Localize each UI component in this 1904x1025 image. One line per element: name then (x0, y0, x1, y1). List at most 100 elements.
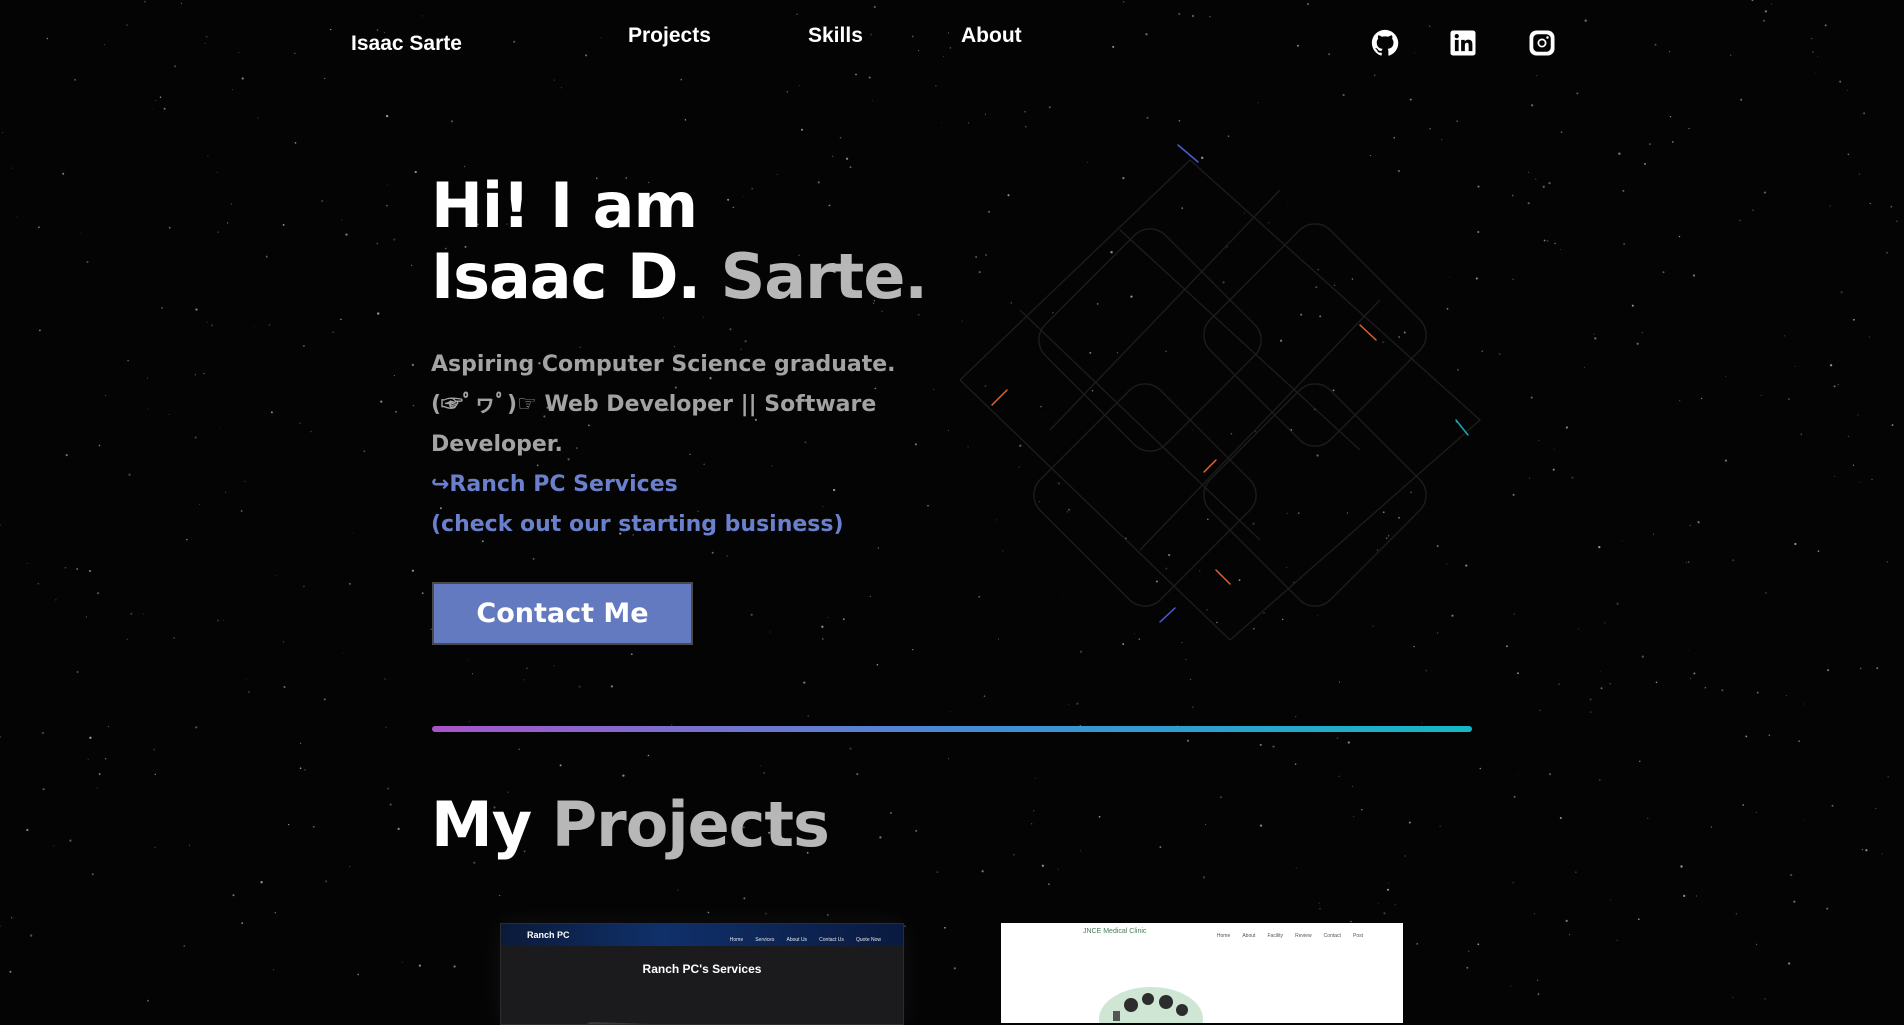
star-dot (1202, 876, 1206, 879)
card-preview-navbar: JNCE Medical Clinic Home About Facility … (1001, 923, 1403, 939)
star-dot (1616, 939, 1618, 942)
star-dot (1404, 855, 1406, 857)
project-card-medical-clinic[interactable]: JNCE Medical Clinic Home About Facility … (1001, 923, 1403, 1023)
star-dot (1530, 396, 1533, 399)
star-dot (1181, 642, 1183, 644)
star-dot (0, 736, 2, 738)
star-dot (195, 726, 198, 729)
linkedin-link[interactable] (1448, 28, 1478, 58)
instagram-link[interactable] (1527, 28, 1557, 58)
star-dot (1394, 904, 1396, 906)
star-dot (247, 690, 251, 694)
star-dot (1594, 337, 1597, 340)
star-dot (578, 685, 581, 688)
star-dot (62, 172, 65, 175)
star-dot (1351, 786, 1353, 788)
star-dot (1569, 934, 1571, 936)
business-link[interactable]: ↪Ranch PC Services (431, 465, 901, 505)
star-dot (1012, 853, 1015, 856)
star-dot (1695, 895, 1697, 897)
star-dot (950, 711, 952, 713)
nav-link-skills[interactable]: Skills (808, 24, 863, 48)
star-dot (1024, 110, 1026, 113)
star-dot (1295, 716, 1297, 718)
star-dot (561, 87, 562, 89)
star-dot (1881, 853, 1883, 855)
star-dot (1764, 591, 1768, 594)
star-dot (1511, 194, 1514, 197)
star-dot (380, 400, 383, 403)
nav-link-projects[interactable]: Projects (628, 24, 711, 48)
brand-logo-text[interactable]: Isaac Sarte (351, 32, 462, 56)
star-dot (217, 619, 219, 622)
star-dot (1575, 871, 1577, 873)
star-dot (933, 388, 935, 390)
star-dot (948, 758, 950, 760)
star-dot (1041, 864, 1045, 867)
star-dot (467, 658, 469, 660)
star-dot (1352, 815, 1355, 818)
card-preview-nav-item: Home (1216, 932, 1231, 939)
star-dot (798, 85, 800, 86)
star-dot (1817, 550, 1820, 552)
hero-greeting: Hi! I am (431, 169, 698, 242)
star-dot (1829, 364, 1833, 367)
star-dot (257, 117, 259, 119)
star-dot (1186, 739, 1190, 742)
contact-me-button[interactable]: Contact Me (432, 582, 693, 645)
star-dot (1826, 907, 1829, 910)
star-dot (1683, 894, 1686, 898)
nav-link-about[interactable]: About (961, 24, 1022, 48)
star-dot (1361, 809, 1363, 811)
star-dot (1030, 822, 1033, 825)
star-dot (1185, 658, 1187, 660)
star-dot (1847, 153, 1850, 156)
star-dot (161, 307, 163, 309)
star-dot (1787, 398, 1790, 401)
star-dot (1378, 903, 1380, 905)
star-dot (1785, 694, 1788, 697)
star-dot (1080, 850, 1082, 852)
star-dot (936, 871, 939, 874)
star-dot (553, 665, 555, 667)
star-dot (1752, 209, 1754, 211)
star-dot (943, 926, 946, 929)
card-preview-brand: JNCE Medical Clinic (1083, 927, 1147, 935)
star-dot (105, 394, 107, 396)
star-dot (1895, 220, 1898, 223)
star-dot (41, 731, 45, 735)
star-dot (244, 480, 246, 483)
star-dot (1543, 239, 1546, 242)
star-dot (9, 970, 12, 973)
star-dot (199, 504, 201, 505)
star-dot (183, 945, 186, 947)
star-dot (1764, 998, 1766, 1000)
star-dot (385, 114, 389, 118)
star-dot (523, 679, 525, 681)
star-dot (1685, 561, 1687, 563)
star-dot (39, 329, 41, 332)
project-card-ranch-pc[interactable]: Ranch PC Home Services About Us Contact … (500, 923, 904, 1025)
star-dot (195, 308, 198, 311)
star-dot (27, 562, 28, 564)
star-dot (53, 845, 55, 847)
github-link[interactable] (1370, 28, 1400, 58)
star-dot (1840, 291, 1843, 294)
star-dot (622, 774, 625, 777)
star-dot (26, 828, 29, 832)
star-dot (159, 96, 162, 98)
star-dot (1846, 89, 1848, 91)
star-dot (401, 961, 403, 963)
star-dot (1890, 205, 1893, 208)
star-dot (786, 91, 788, 93)
business-note-link[interactable]: (check out our starting business) (431, 505, 901, 545)
star-dot (37, 582, 40, 585)
star-dot (1622, 189, 1625, 192)
star-dot (222, 619, 224, 621)
star-dot (1506, 645, 1508, 648)
star-dot (203, 372, 205, 375)
star-dot (1513, 613, 1515, 615)
projects-section-title: My Projects (431, 788, 830, 862)
star-dot (76, 670, 79, 674)
star-dot (1408, 821, 1411, 824)
